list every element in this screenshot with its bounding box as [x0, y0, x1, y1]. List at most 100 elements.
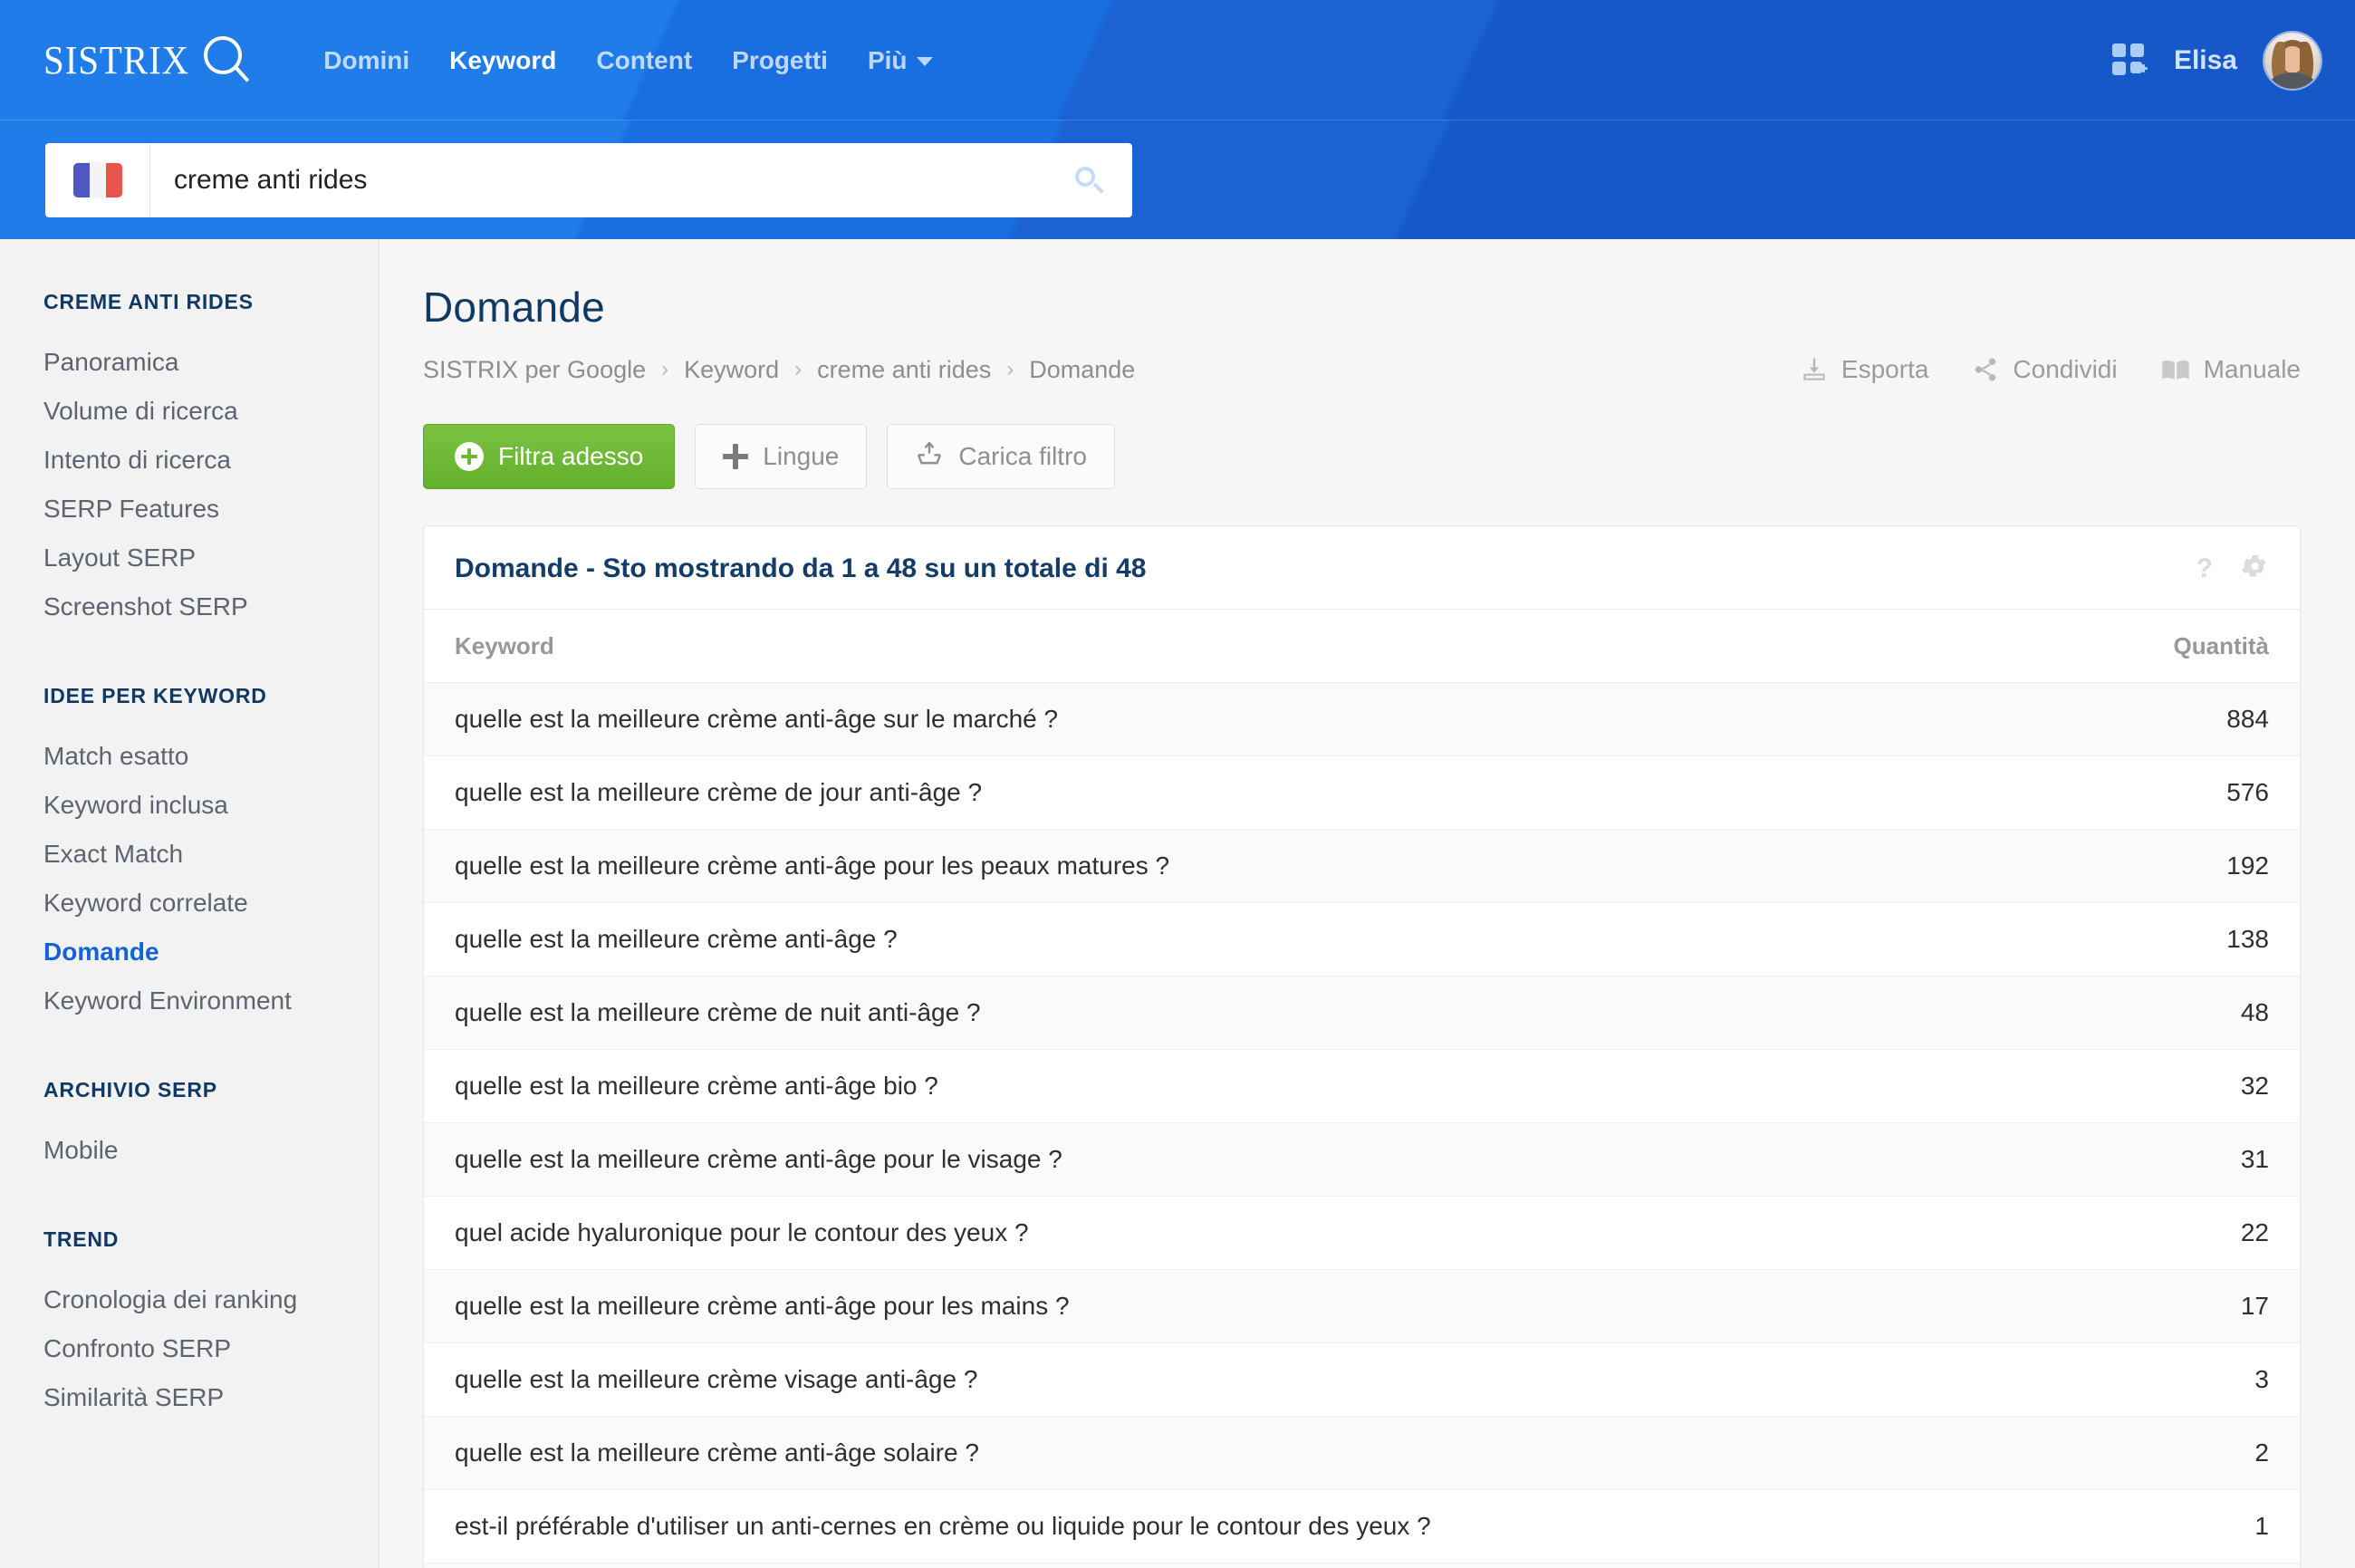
plus-circle-icon [455, 442, 484, 471]
card-header-icons: ? [2196, 552, 2269, 585]
page-actions: Esporta Condividi Manuale [1801, 355, 2301, 384]
table-row[interactable]: quelle est la meilleure crème anti-âge s… [424, 682, 2300, 756]
table-row[interactable]: quelle est la meilleure crème anti-âge s… [424, 1416, 2300, 1490]
sidebar-item-exact-match[interactable]: Exact Match [43, 830, 379, 879]
grid-apps-icon[interactable] [2111, 43, 2148, 78]
nav-item-progetti[interactable]: Progetti [712, 37, 848, 84]
cell-keyword[interactable]: quelle est la meilleure crème anti-âge ? [424, 902, 2100, 976]
cell-keyword[interactable]: quelle est la meilleure crème anti-âge p… [424, 829, 2100, 903]
logo-wordmark: SISTRIX [43, 38, 190, 82]
user-name-label[interactable]: Elisa [2174, 45, 2237, 76]
nav-item-keyword[interactable]: Keyword [429, 37, 576, 84]
sidebar-item-similarita-serp[interactable]: Similarità SERP [43, 1373, 379, 1422]
load-filter-button[interactable]: Carica filtro [887, 424, 1115, 489]
table-header-row: Keyword Quantità [424, 610, 2300, 683]
cell-quantity: 1 [2100, 1563, 2300, 1568]
column-header-quantity[interactable]: Quantità [2100, 610, 2300, 683]
cell-keyword[interactable]: quel acide hyaluronique pour le contour … [424, 1196, 2100, 1270]
export-label: Esporta [1841, 355, 1929, 383]
table-body: quelle est la meilleure crème anti-âge s… [424, 682, 2300, 1568]
search-bar-region [0, 120, 2355, 239]
breadcrumb-separator: › [661, 357, 669, 381]
sidebar-item-keyword-environment[interactable]: Keyword Environment [43, 976, 379, 1025]
cell-keyword[interactable]: quelle est la meilleure crème de jour an… [424, 755, 2100, 830]
sidebar-group-title: ARCHIVIO SERP [43, 1078, 217, 1101]
search-submit-button[interactable] [1045, 143, 1132, 217]
breadcrumb-item-keyword[interactable]: Keyword [684, 356, 779, 384]
table-row[interactable]: quelle est la meilleure crème de jour an… [424, 755, 2300, 830]
table-row[interactable]: quelle est la meilleure crème anti-âge p… [424, 1269, 2300, 1343]
book-icon [2161, 356, 2190, 383]
breadcrumb: SISTRIX per Google › Keyword › creme ant… [423, 356, 1135, 384]
table-row[interactable]: est-il préférable d'utiliser un anti-cer… [424, 1489, 2300, 1563]
sidebar-item-serp-features[interactable]: SERP Features [43, 485, 379, 534]
table-row[interactable]: quel acide hyaluronique pour le contour … [424, 1196, 2300, 1270]
sidebar-item-domande[interactable]: Domande [43, 928, 379, 976]
sidebar-item-volume-di-ricerca[interactable]: Volume di ricerca [43, 387, 379, 436]
sidebar-item-layout-serp[interactable]: Layout SERP [43, 534, 379, 582]
sidebar-item-match-esatto[interactable]: Match esatto [43, 732, 379, 781]
upload-tray-icon [915, 440, 944, 474]
sidebar-item-cronologia-dei-ranking[interactable]: Cronologia dei ranking [43, 1275, 379, 1324]
languages-label: Lingue [763, 442, 840, 470]
sidebar-item-screenshot-serp[interactable]: Screenshot SERP [43, 582, 379, 631]
avatar[interactable] [2264, 32, 2321, 89]
sidebar-item-intento-di-ricerca[interactable]: Intento di ricerca [43, 436, 379, 485]
table-row[interactable]: quelle est la meilleure crème visage ant… [424, 1342, 2300, 1417]
main-navigation: Domini Keyword Content Progetti Più [303, 37, 952, 84]
column-header-keyword[interactable]: Keyword [424, 610, 2100, 683]
cell-quantity: 31 [2100, 1122, 2300, 1197]
nav-item-piu[interactable]: Più [848, 37, 953, 84]
cell-quantity: 32 [2100, 1049, 2300, 1123]
load-filter-label: Carica filtro [958, 442, 1087, 470]
languages-button[interactable]: Lingue [695, 424, 868, 489]
cell-keyword[interactable]: quelle est la meilleure crème anti-âge s… [424, 1416, 2100, 1490]
table-row[interactable]: quelle est la meilleure crème anti-âge p… [424, 1122, 2300, 1197]
sidebar-item-keyword-inclusa[interactable]: Keyword inclusa [43, 781, 379, 830]
table-row[interactable]: quelle est la meilleure crème anti-âge p… [424, 829, 2300, 903]
nav-item-content[interactable]: Content [576, 37, 712, 84]
sidebar-item-panoramica[interactable]: Panoramica [43, 338, 379, 387]
sistrix-logo[interactable]: SISTRIX [43, 35, 253, 85]
cell-keyword[interactable]: quelle est la meilleure crème anti-âge d… [424, 1563, 2100, 1568]
manual-label: Manuale [2203, 355, 2301, 383]
share-button[interactable]: Condividi [1972, 355, 2118, 384]
table-row[interactable]: quelle est la meilleure crème anti-âge b… [424, 1049, 2300, 1123]
table-row[interactable]: quelle est la meilleure crème anti-âge d… [424, 1563, 2300, 1568]
filter-now-button[interactable]: Filtra adesso [423, 424, 676, 489]
breadcrumb-item-creme-anti-rides[interactable]: creme anti rides [817, 356, 991, 384]
breadcrumb-item-domande: Domande [1029, 355, 1136, 383]
cell-keyword[interactable]: quelle est la meilleure crème de nuit an… [424, 976, 2100, 1050]
cell-keyword[interactable]: quelle est la meilleure crème anti-âge b… [424, 1049, 2100, 1123]
search-input[interactable] [150, 142, 1045, 217]
nav-item-domini[interactable]: Domini [303, 37, 429, 84]
cell-keyword[interactable]: quelle est la meilleure crème visage ant… [424, 1342, 2100, 1417]
table-row[interactable]: quelle est la meilleure crème anti-âge ?… [424, 902, 2300, 976]
cell-keyword[interactable]: quelle est la meilleure crème anti-âge p… [424, 1122, 2100, 1197]
questions-card: Domande - Sto mostrando da 1 a 48 su un … [423, 525, 2301, 1568]
question-mark-icon[interactable]: ? [2196, 554, 2213, 582]
search-icon [1075, 166, 1104, 194]
filter-now-label: Filtra adesso [498, 442, 644, 470]
search-box [45, 142, 1132, 217]
cell-keyword[interactable]: est-il préférable d'utiliser un anti-cer… [424, 1489, 2100, 1563]
cell-quantity: 138 [2100, 902, 2300, 976]
export-button[interactable]: Esporta [1801, 355, 1929, 384]
questions-table: Keyword Quantità quelle est la meilleure… [424, 610, 2300, 1568]
sidebar-item-keyword-correlate[interactable]: Keyword correlate [43, 879, 379, 928]
cell-quantity: 192 [2100, 829, 2300, 903]
cell-keyword[interactable]: quelle est la meilleure crème anti-âge s… [424, 682, 2100, 756]
sidebar-group-title: IDEE PER KEYWORD [43, 684, 267, 707]
card-title: Domande - Sto mostrando da 1 a 48 su un … [455, 553, 1147, 583]
sidebar-group-idee-per-keyword: IDEE PER KEYWORD Match esatto Keyword in… [43, 684, 379, 1025]
sidebar-item-confronto-serp[interactable]: Confronto SERP [43, 1324, 379, 1373]
sidebar-group-keyword: CREME ANTI RIDES Panoramica Volume di ri… [43, 290, 379, 631]
sidebar-item-mobile[interactable]: Mobile [43, 1126, 379, 1175]
table-row[interactable]: quelle est la meilleure crème de nuit an… [424, 976, 2300, 1050]
france-flag-icon[interactable] [45, 142, 150, 217]
cell-keyword[interactable]: quelle est la meilleure crème anti-âge p… [424, 1269, 2100, 1343]
gear-icon[interactable] [2240, 552, 2269, 585]
top-header-bar: SISTRIX Domini Keyword Content Progetti … [0, 0, 2355, 120]
manual-button[interactable]: Manuale [2161, 355, 2301, 384]
breadcrumb-item-sistrix-per-google[interactable]: SISTRIX per Google [423, 356, 646, 384]
